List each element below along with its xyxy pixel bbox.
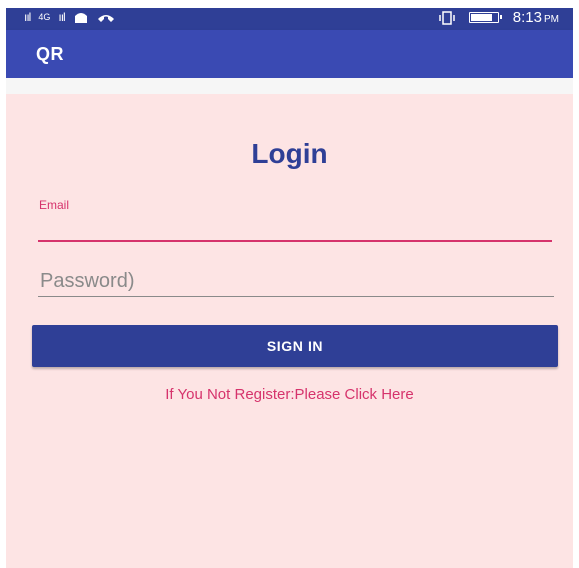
status-clock: 8:13 PM (513, 9, 559, 26)
notification-icon (73, 10, 89, 24)
battery-icon (468, 12, 502, 23)
email-label: Email (39, 198, 70, 212)
signal-icon: ııl (24, 10, 31, 24)
app-bar: QR (6, 30, 573, 78)
email-field[interactable] (38, 216, 552, 242)
status-left-icons: ııl 4G ııl (24, 10, 115, 24)
login-form: Login Email SIGN IN If You Not Register:… (6, 94, 573, 568)
register-link[interactable]: If You Not Register:Please Click Here (6, 386, 573, 403)
app-title: QR (36, 44, 64, 64)
phone-screen: ııl 4G ııl 8:13 PM QR Login Email SIGN IN… (6, 8, 573, 568)
divider-strip (6, 78, 573, 94)
page-title: Login (251, 138, 328, 169)
clock-ampm: PM (544, 14, 559, 25)
status-bar: ııl 4G ııl 8:13 PM (6, 8, 573, 30)
signal-icon: ııl (58, 10, 65, 24)
vibrate-icon (439, 10, 455, 25)
sign-in-button[interactable]: SIGN IN (32, 325, 558, 367)
network-type: 4G (38, 12, 51, 22)
missed-call-icon (97, 10, 115, 24)
password-field[interactable] (38, 266, 554, 297)
status-right-icons: 8:13 PM (439, 9, 559, 26)
clock-time: 8:13 (512, 9, 542, 26)
